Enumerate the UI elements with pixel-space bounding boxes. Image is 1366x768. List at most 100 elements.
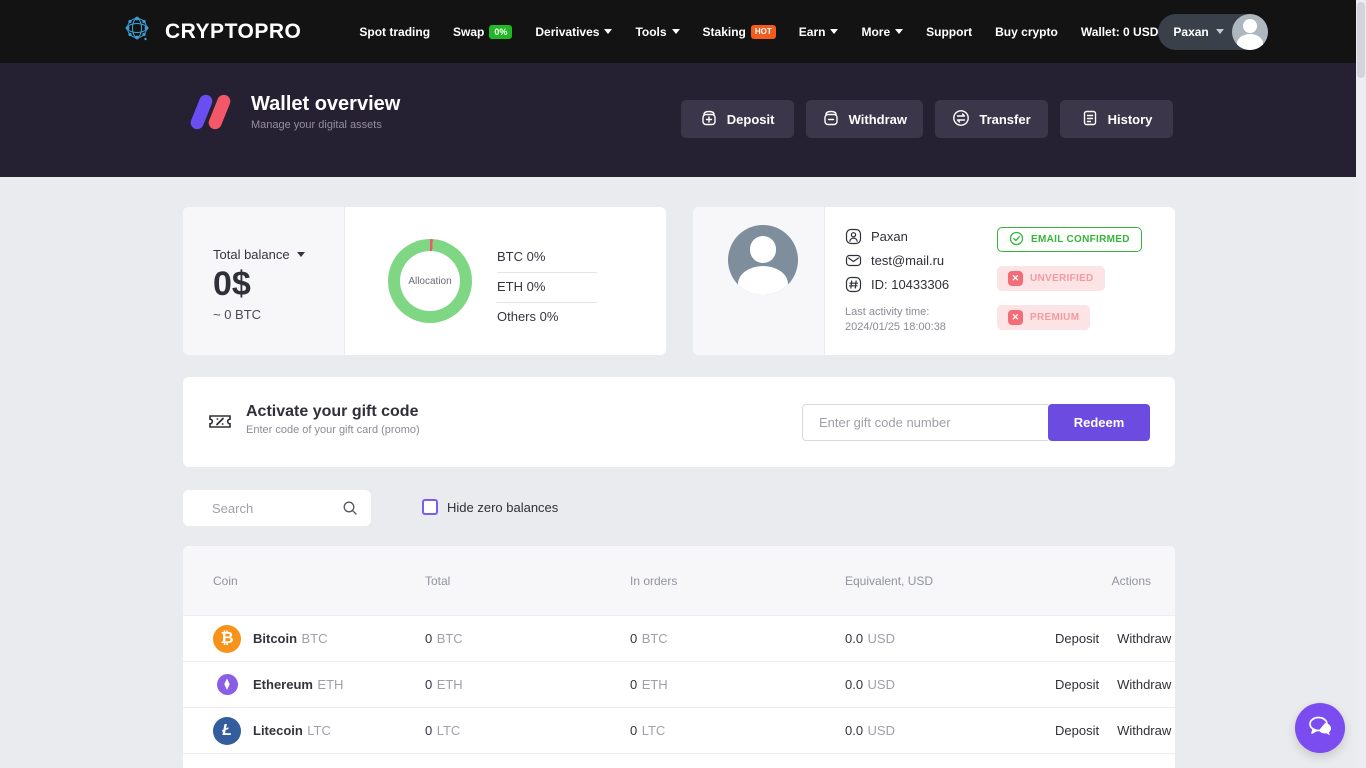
legend-item-eth: ETH 0% — [497, 273, 597, 303]
withdraw-button[interactable]: Withdraw — [806, 100, 923, 138]
nav-wallet-balance[interactable]: Wallet: 0 USD — [1081, 25, 1159, 39]
table-row-ethereum[interactable]: ⧫ Ethereum ETH 0 ETH 0 ETH 0.0 USD Depos… — [183, 661, 1175, 707]
table-row-bitcoin[interactable]: ₿ Bitcoin BTC 0 BTC 0 BTC 0.0 USD Deposi… — [183, 615, 1175, 661]
bitcoin-icon: ₿ — [213, 625, 241, 653]
nav-derivatives[interactable]: Derivatives — [535, 25, 612, 39]
page-scrollbar[interactable] — [1356, 0, 1366, 768]
nav-swap[interactable]: Swap0% — [453, 25, 512, 39]
coin-name: Bitcoin — [253, 631, 297, 646]
chat-bubbles-icon — [1307, 714, 1333, 743]
wallet-hero: Wallet overview Manage your digital asse… — [0, 63, 1366, 177]
wallet-plus-icon — [700, 109, 718, 130]
gift-title: Activate your gift code — [246, 403, 420, 421]
id-hash-icon — [845, 276, 862, 293]
user-menu[interactable]: Paxan — [1158, 14, 1267, 50]
col-actions: Actions — [1055, 574, 1151, 588]
allocation-donut-chart: Allocation — [388, 239, 472, 323]
row-deposit-link[interactable]: Deposit — [1055, 677, 1099, 692]
x-icon: ✕ — [1008, 271, 1023, 286]
gift-ticket-icon — [207, 408, 233, 439]
coin-ticker: BTC — [302, 631, 328, 646]
allocation-center-label: Allocation — [408, 276, 451, 287]
nav-support[interactable]: Support — [926, 25, 972, 39]
nav-more[interactable]: More — [861, 25, 903, 39]
profile-id-row: ID: 10433306 — [845, 272, 949, 296]
ethereum-icon: ⧫ — [217, 674, 238, 695]
hide-zero-balances-toggle[interactable]: Hide zero balances — [422, 499, 558, 515]
swap-zero-fee-badge: 0% — [489, 25, 512, 39]
coin-search — [183, 490, 371, 526]
row-withdraw-link[interactable]: Withdraw — [1117, 677, 1171, 692]
chevron-down-icon — [604, 29, 612, 34]
x-icon: ✕ — [1008, 310, 1023, 325]
table-row-litecoin[interactable]: Ł Litecoin LTC 0 LTC 0 LTC 0.0 USD Depos… — [183, 707, 1175, 753]
person-icon — [845, 228, 862, 245]
history-doc-icon — [1081, 109, 1099, 130]
col-coin: Coin — [213, 574, 425, 588]
scrollbar-thumb[interactable] — [1357, 2, 1365, 78]
avatar — [728, 225, 798, 295]
chevron-down-icon — [297, 252, 305, 257]
main-content: Total balance 0$ ~ 0 BTC Allocation BTC … — [183, 177, 1175, 768]
gift-code-card: Activate your gift code Enter code of yo… — [183, 377, 1175, 467]
profile-badges: EMAIL CONFIRMED ✕ UNVERIFIED ✕ PREMIUM — [997, 227, 1142, 330]
total-balance-amount: 0$ — [213, 266, 344, 303]
chat-support-button[interactable] — [1295, 703, 1345, 753]
row-withdraw-link[interactable]: Withdraw — [1117, 723, 1171, 738]
gift-subtitle: Enter code of your gift card (promo) — [246, 424, 420, 436]
last-activity: Last activity time: 2024/01/25 18:00:38 — [845, 305, 949, 335]
coin-name: Litecoin — [253, 723, 303, 738]
coin-name: Ethereum — [253, 677, 313, 692]
page-subtitle: Manage your digital assets — [251, 119, 400, 131]
user-name: Paxan — [1173, 25, 1208, 39]
chevron-down-icon — [895, 29, 903, 34]
balance-card: Total balance 0$ ~ 0 BTC Allocation BTC … — [183, 207, 666, 355]
nav-earn[interactable]: Earn — [799, 25, 839, 39]
wallet-slashes-icon — [193, 92, 233, 132]
gift-code-input[interactable] — [802, 404, 1048, 441]
wallet-minus-icon — [822, 109, 840, 130]
profile-username-row: Paxan — [845, 224, 949, 248]
checkbox-label: Hide zero balances — [447, 500, 558, 515]
nav-buy-crypto[interactable]: Buy crypto — [995, 25, 1058, 39]
nav-tools[interactable]: Tools — [635, 25, 679, 39]
chevron-down-icon — [1216, 29, 1224, 34]
checkbox[interactable] — [422, 499, 438, 515]
col-total: Total — [425, 574, 630, 588]
table-row-partial — [183, 753, 1175, 768]
avatar — [1232, 14, 1268, 50]
profile-id: ID: 10433306 — [871, 277, 949, 292]
litecoin-icon: Ł — [213, 717, 241, 745]
total-balance-selector[interactable]: Total balance — [213, 247, 344, 262]
transfer-button[interactable]: Transfer — [935, 100, 1048, 138]
profile-email-row: test@mail.ru — [845, 248, 949, 272]
row-deposit-link[interactable]: Deposit — [1055, 723, 1099, 738]
deposit-button[interactable]: Deposit — [681, 100, 794, 138]
btc-equivalent: ~ 0 BTC — [213, 307, 344, 322]
coin-ticker: LTC — [307, 723, 331, 738]
cryptopro-globe-icon — [123, 15, 151, 48]
row-withdraw-link[interactable]: Withdraw — [1117, 631, 1171, 646]
email-icon — [845, 252, 862, 269]
row-deposit-link[interactable]: Deposit — [1055, 631, 1099, 646]
top-navbar: CRYPTOPRO Spot trading Swap0% Derivative… — [0, 0, 1366, 63]
hot-badge: HOT — [751, 25, 776, 39]
profile-username: Paxan — [871, 229, 908, 244]
nav-staking[interactable]: StakingHOT — [703, 25, 776, 39]
main-nav: Spot trading Swap0% Derivatives Tools St… — [359, 25, 1158, 39]
chevron-down-icon — [830, 29, 838, 34]
profile-card: Paxan test@mail.ru ID: 1 — [693, 207, 1175, 355]
legend-item-btc: BTC 0% — [497, 243, 597, 273]
redeem-button[interactable]: Redeem — [1048, 404, 1150, 441]
col-in-orders: In orders — [630, 574, 845, 588]
unverified-badge: ✕ UNVERIFIED — [997, 266, 1105, 291]
legend-item-others: Others 0% — [497, 303, 597, 332]
brand-logo[interactable]: CRYPTOPRO — [123, 15, 301, 48]
search-icon — [342, 500, 358, 521]
history-button[interactable]: History — [1060, 100, 1173, 138]
transfer-arrows-icon — [952, 109, 970, 130]
nav-spot-trading[interactable]: Spot trading — [359, 25, 430, 39]
profile-email: test@mail.ru — [871, 253, 944, 268]
page-title: Wallet overview — [251, 93, 400, 116]
profile-avatar-panel — [693, 207, 825, 355]
